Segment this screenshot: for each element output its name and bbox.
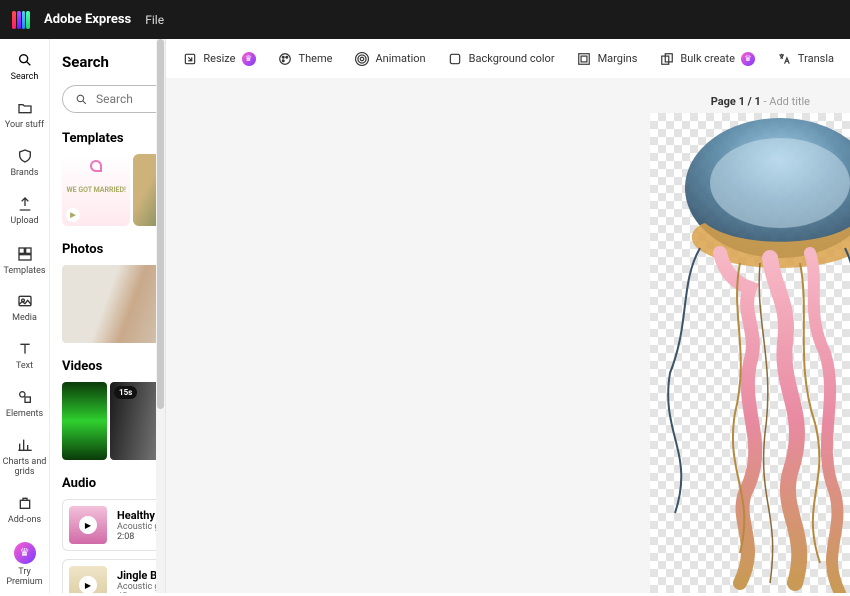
rail-elements[interactable]: Elements [0,382,50,428]
crown-icon: ♛ [14,542,36,564]
media-icon [16,292,34,310]
text-icon [16,340,34,358]
app-title: Adobe Express [44,12,131,27]
audio-item[interactable]: ▶ Healthy Business - Loop Acoustic guita… [62,499,166,551]
template-card[interactable]: WE GOT MARRIED!▶ [62,154,130,226]
templates-icon [16,245,34,263]
adobe-logo-icon [12,11,30,29]
search-input-wrapper[interactable] [62,85,166,113]
templates-heading: Templates [62,131,124,146]
audio-thumb: ▶ [69,506,107,544]
search-icon [75,93,88,106]
photos-heading: Photos [62,242,103,257]
panel-scrollbar[interactable] [156,39,165,593]
canvas-stage[interactable]: Page 1 / 1 - Add title [166,79,850,593]
rail-upload[interactable]: Upload [0,189,50,235]
play-icon: ▶ [66,208,80,222]
play-icon[interactable]: ▶ [79,576,97,593]
tb-resize[interactable]: Resize♛ [182,51,255,66]
left-rail: Search Your stuff Brands Upload Template… [0,39,50,593]
elements-icon [16,388,34,406]
rail-search[interactable]: Search [0,45,50,91]
rail-text[interactable]: Text [0,334,50,380]
audio-thumb: ▶ [69,566,107,593]
tb-animation[interactable]: Animation [354,51,425,66]
video-thumb[interactable] [62,382,107,460]
rail-try-premium[interactable]: ♛ Try Premium [0,536,50,596]
page-indicator[interactable]: Page 1 / 1 - Add title [711,95,810,108]
bulk-icon [659,51,674,66]
bgcolor-icon [448,51,463,66]
animation-icon [354,51,369,66]
charts-icon [16,436,34,454]
videos-heading: Videos [62,359,102,374]
rail-addons[interactable]: Add-ons [0,488,50,534]
shield-icon [16,147,34,165]
audio-item[interactable]: ▶ Jingle Bells loop Acoustic guitar, Adv… [62,559,166,593]
crown-icon: ♛ [242,52,256,66]
upload-icon [16,195,34,213]
artboard[interactable] [650,113,850,593]
tb-translate[interactable]: Transla [777,51,834,66]
rail-brands[interactable]: Brands [0,141,50,187]
rail-your-stuff[interactable]: Your stuff [0,93,50,139]
tb-bulk-create[interactable]: Bulk create♛ [659,51,755,66]
jellyfish-image[interactable] [650,113,850,593]
addons-icon [16,494,34,512]
audio-heading: Audio [62,476,96,491]
play-icon[interactable]: ▶ [79,516,97,534]
theme-icon [278,51,293,66]
topbar: Adobe Express File [0,0,850,39]
tb-margins[interactable]: Margins [577,51,638,66]
photo-thumb[interactable] [62,265,166,343]
rail-charts-grids[interactable]: Charts and grids [0,430,50,486]
search-panel: Search Templates View all WE GOT MARRIED… [50,39,166,593]
menu-file[interactable]: File [145,13,164,27]
resize-icon [182,51,197,66]
folder-icon [16,99,34,117]
canvas-area: Resize♛ Theme Animation Background color… [166,39,850,593]
tb-bgcolor[interactable]: Background color [448,51,555,66]
search-icon [16,51,34,69]
tb-theme[interactable]: Theme [278,51,333,66]
margins-icon [577,51,592,66]
panel-title: Search [62,53,109,71]
duration-badge: 15s [114,386,137,399]
rail-media[interactable]: Media [0,286,50,332]
crown-icon: ♛ [741,52,755,66]
rail-templates[interactable]: Templates [0,239,50,285]
canvas-toolbar: Resize♛ Theme Animation Background color… [166,39,850,79]
translate-icon [777,51,792,66]
